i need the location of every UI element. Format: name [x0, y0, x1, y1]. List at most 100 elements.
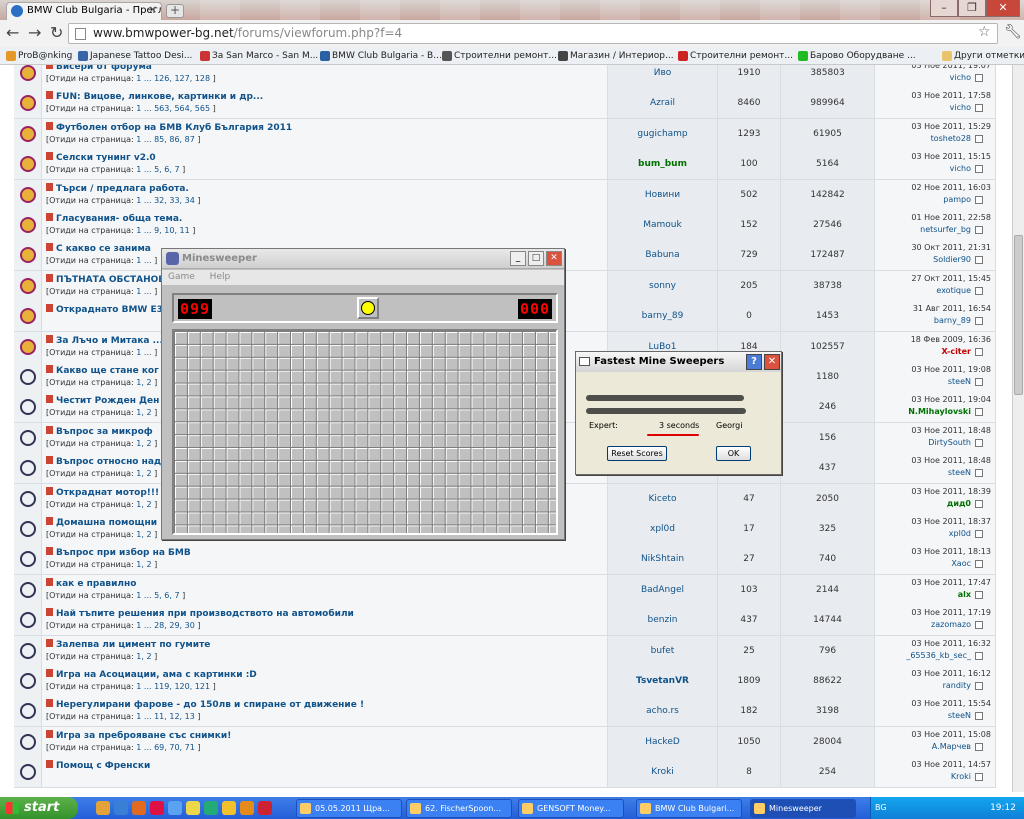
view-latest-post-icon[interactable]: [975, 773, 983, 782]
minimize-window-button[interactable]: –: [930, 0, 958, 17]
start-button[interactable]: start: [0, 797, 78, 819]
close-tab-icon[interactable]: ✕: [149, 3, 157, 19]
topic-title-link[interactable]: FUN: Вицове, линкове, картинки и др...: [46, 91, 263, 102]
topic-author[interactable]: benzin: [648, 615, 678, 625]
last-poster[interactable]: _65536_kb_sec_: [906, 651, 983, 660]
last-poster[interactable]: tosheto28: [931, 134, 983, 143]
topic-author[interactable]: gugichamp: [637, 129, 687, 139]
forward-arrow-icon[interactable]: →: [28, 24, 41, 42]
view-latest-post-icon[interactable]: [975, 590, 983, 599]
pagination-links[interactable]: 1 ... 563, 564, 565: [136, 104, 210, 113]
topic-title-link[interactable]: Залепва ли цимент по гумите: [46, 638, 210, 650]
view-latest-post-icon[interactable]: [975, 712, 983, 721]
bookmark-item[interactable]: Строителни ремонт...: [676, 47, 793, 64]
topic-title-link[interactable]: Какво ще стане ког: [46, 365, 159, 376]
bookmark-item[interactable]: Строителни ремонт...: [440, 47, 557, 64]
view-latest-post-icon[interactable]: [975, 499, 983, 508]
topic-author[interactable]: Иво: [654, 68, 672, 78]
topic-title-link[interactable]: Въпрос при избор на БМВ: [46, 547, 191, 558]
pagination-links[interactable]: 1 ... 69, 70, 71: [136, 743, 195, 752]
new-tab-button[interactable]: +: [166, 4, 184, 18]
topic-author[interactable]: NikShtain: [641, 554, 684, 564]
last-poster[interactable]: alx: [958, 590, 983, 599]
quicklaunch-icon[interactable]: [114, 801, 128, 815]
last-poster[interactable]: vicho: [950, 164, 983, 174]
last-poster[interactable]: А.Марчев: [932, 742, 983, 751]
quicklaunch-icon[interactable]: [258, 801, 272, 815]
last-poster[interactable]: randity: [943, 681, 983, 690]
close-window-button[interactable]: ✕: [986, 0, 1020, 17]
last-poster[interactable]: Kroki: [951, 772, 983, 782]
quicklaunch-icon[interactable]: [204, 801, 218, 815]
view-latest-post-icon[interactable]: [975, 195, 983, 204]
pagination-links[interactable]: 1 ... 28, 29, 30: [136, 621, 195, 630]
quicklaunch-icon[interactable]: [186, 801, 200, 815]
topic-title-link[interactable]: Въпрос относно над: [46, 456, 161, 467]
address-bar[interactable]: www.bmwpower-bg.net/forums/viewforum.php…: [68, 23, 998, 44]
view-latest-post-icon[interactable]: [975, 651, 983, 660]
pagination-links[interactable]: 1, 2: [136, 500, 151, 509]
bookmark-item[interactable]: За San Marco - San M...: [198, 47, 318, 64]
menu-game[interactable]: Game: [168, 272, 195, 282]
last-poster[interactable]: vicho: [950, 73, 983, 82]
topic-author[interactable]: TsvetanVR: [636, 676, 689, 686]
view-latest-post-icon[interactable]: [975, 134, 983, 143]
topic-title-link[interactable]: За Лъчо и Митака ...н: [46, 334, 169, 346]
maximize-window-button[interactable]: ❐: [958, 0, 986, 17]
topic-title-link[interactable]: Гласувания- обща тема.: [46, 213, 182, 224]
tab-bmw-club[interactable]: BMW Club Bulgaria - Прегледа ✕: [6, 2, 162, 20]
bookmark-star-icon[interactable]: ☆: [978, 24, 991, 40]
ok-button[interactable]: OK: [716, 446, 751, 461]
pagination-links[interactable]: 1 ... 119, 120, 121: [136, 682, 210, 691]
view-latest-post-icon[interactable]: [975, 256, 983, 265]
view-latest-post-icon[interactable]: [975, 165, 983, 174]
view-latest-post-icon[interactable]: [975, 104, 983, 113]
view-latest-post-icon[interactable]: [975, 560, 983, 569]
last-poster[interactable]: barny_89: [934, 316, 983, 326]
topic-author[interactable]: Mamouk: [643, 220, 681, 230]
topic-title-link[interactable]: как е правилно: [46, 577, 136, 589]
pagination-links[interactable]: 1 ... 9, 10, 11: [136, 226, 189, 235]
taskbar-task[interactable]: 05.05.2011 Щра...: [296, 799, 402, 818]
topic-author[interactable]: barny_89: [642, 311, 684, 321]
pagination-links[interactable]: 1 ...: [136, 287, 151, 296]
taskbar-task[interactable]: 62. FischerSpoon...: [406, 799, 512, 818]
topic-author[interactable]: Babuna: [645, 250, 679, 260]
topic-author[interactable]: BadAngel: [641, 585, 684, 595]
pagination-links[interactable]: 1 ... 85, 86, 87: [136, 135, 195, 144]
topic-title-link[interactable]: Домашна помощни: [46, 517, 157, 528]
topic-title-link[interactable]: Въпрос за микроф: [46, 425, 153, 437]
view-latest-post-icon[interactable]: [975, 378, 983, 386]
pagination-links[interactable]: 1, 2: [136, 560, 151, 569]
view-latest-post-icon[interactable]: [975, 408, 983, 417]
maximize-button[interactable]: □: [528, 251, 544, 266]
topic-title-link[interactable]: Откраднат мотор!!!: [46, 486, 159, 498]
view-latest-post-icon[interactable]: [975, 347, 983, 356]
last-poster[interactable]: Soldier90: [933, 255, 983, 265]
last-poster[interactable]: N.Mihaylovski: [908, 407, 983, 417]
pagination-links[interactable]: 1 ... 5, 6, 7: [136, 591, 179, 600]
wrench-menu-icon[interactable]: 🔧︎: [1004, 24, 1022, 40]
view-latest-post-icon[interactable]: [975, 226, 983, 234]
view-latest-post-icon[interactable]: [975, 742, 983, 751]
close-button[interactable]: ✕: [546, 251, 562, 266]
topic-author[interactable]: Azrail: [650, 98, 675, 108]
quicklaunch-icon[interactable]: [150, 801, 164, 815]
scrollbar-thumb[interactable]: [1014, 235, 1023, 395]
topic-author[interactable]: xpl0d: [650, 524, 675, 534]
view-latest-post-icon[interactable]: [975, 621, 983, 630]
topic-author[interactable]: HackeD: [645, 737, 680, 747]
pagination-links[interactable]: 1 ...: [136, 256, 151, 265]
topic-title-link[interactable]: Търси / предлага работа.: [46, 182, 189, 194]
last-poster[interactable]: steeN: [948, 377, 983, 386]
pagination-links[interactable]: 1, 2: [136, 530, 151, 539]
other-bookmarks-folder[interactable]: Други отметки: [940, 47, 1024, 64]
last-poster[interactable]: zazomazo: [931, 620, 983, 630]
last-poster[interactable]: DirtySouth: [928, 438, 983, 447]
topic-title-link[interactable]: Футболен отбор на БМВ Клуб България 2011: [46, 121, 292, 133]
pagination-links[interactable]: 1, 2: [136, 439, 151, 448]
quicklaunch-icon[interactable]: [240, 801, 254, 815]
view-latest-post-icon[interactable]: [975, 682, 983, 690]
view-latest-post-icon[interactable]: [975, 317, 983, 326]
bookmark-item[interactable]: BMW Club Bulgaria - B...: [318, 47, 442, 64]
